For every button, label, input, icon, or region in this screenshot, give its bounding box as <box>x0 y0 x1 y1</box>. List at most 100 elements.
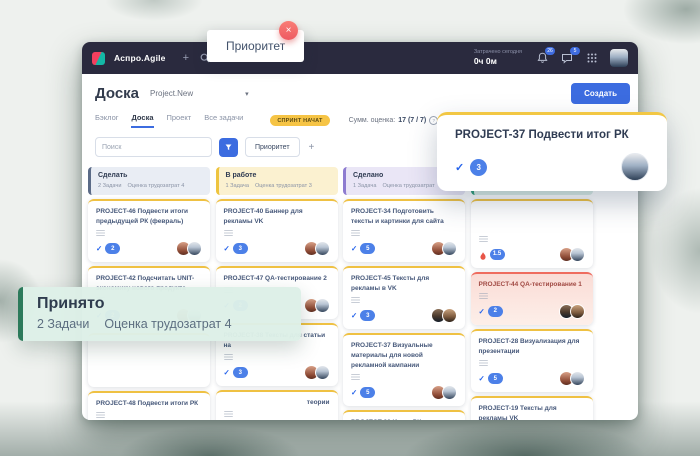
popup-task-title: PROJECT-37 Подвести итог РК <box>455 129 649 141</box>
task-title: PROJECT-28 Визуализация для презентации <box>479 337 585 357</box>
column-count: 2 Задачи <box>98 182 121 190</box>
topbar: Аспро.Agile + Сп Затрачено сегодня 0ч 0м… <box>82 42 638 74</box>
column-title: Сделать <box>98 171 203 182</box>
bell-icon[interactable]: 26 <box>535 51 549 65</box>
task-card[interactable]: PROJECT-19 Тексты для рекламы VK ✓ 5 <box>471 396 593 420</box>
estimate-badge: 5 <box>360 243 375 254</box>
user-avatar[interactable] <box>610 49 628 67</box>
avatar <box>187 241 202 256</box>
task-popup[interactable]: PROJECT-37 Подвести итог РК ✓ 3 <box>437 112 667 191</box>
estimate-badge: 5 <box>360 387 375 398</box>
estimate-badge: 5 <box>488 373 503 384</box>
summary-value: 17 (7 / 7) <box>398 117 426 124</box>
messages-badge: 5 <box>570 47 580 55</box>
estimate-badge: 1.5 <box>490 249 505 260</box>
check-icon: ✓ <box>479 375 485 383</box>
accepted-count: 2 Задачи <box>37 317 89 331</box>
tab-backlog[interactable]: Бэклог <box>95 113 118 128</box>
description-icon <box>351 230 360 236</box>
accepted-effort: Оценка трудозатрат 4 <box>104 317 231 331</box>
description-icon <box>96 412 105 418</box>
task-title: PROJECT-37 Визуальные материалы для ново… <box>351 341 457 371</box>
description-icon <box>224 230 233 236</box>
task-card[interactable]: 1.5 <box>471 199 593 268</box>
check-icon: ✓ <box>351 245 357 253</box>
task-card[interactable]: PROJECT-23 Итоги РК ✓ 5 <box>343 410 465 420</box>
task-card-hidden[interactable] <box>88 333 210 387</box>
task-card[interactable]: PROJECT-48 Подвести итоги РК ✓ 2 <box>88 391 210 420</box>
task-card[interactable]: теории ✓ 3 <box>216 390 338 420</box>
tab-all-tasks[interactable]: Все задачи <box>204 113 243 128</box>
priority-filter-chip[interactable]: Приоритет <box>245 137 300 157</box>
avatar <box>315 241 330 256</box>
filter-button[interactable] <box>219 138 238 157</box>
task-card[interactable]: PROJECT-45 Тексты для рекламы в VK ✓ 3 <box>343 266 465 329</box>
summary-label: Сумм. оценка: <box>349 117 396 124</box>
check-icon: ✓ <box>224 369 230 377</box>
search-input[interactable] <box>95 137 212 157</box>
description-icon <box>224 411 233 417</box>
project-name: Project.New <box>150 89 193 98</box>
avatar <box>442 308 457 323</box>
task-card[interactable]: PROJECT-46 Подвести итоги предыдущей РК … <box>88 199 210 262</box>
apps-grid-icon[interactable] <box>585 51 599 65</box>
column-effort: Оценка трудозатрат <box>382 182 434 190</box>
chat-icon[interactable]: 5 <box>560 51 574 65</box>
check-icon: ✓ <box>96 245 102 253</box>
avatar <box>315 298 330 313</box>
fire-icon <box>479 249 487 259</box>
check-icon: ✓ <box>351 312 357 320</box>
check-icon: ✓ <box>479 308 485 316</box>
estimate-badge: 3 <box>233 243 248 254</box>
avatar <box>315 365 330 380</box>
task-title: PROJECT-23 Итоги РК <box>351 418 457 420</box>
task-card[interactable]: PROJECT-40 Баннер для рекламы VK ✓ 3 <box>216 199 338 262</box>
create-button[interactable]: Создать <box>571 83 630 104</box>
task-card-overdue[interactable]: PROJECT-44 QA-тестирование 1 ✓ 2 <box>471 272 593 325</box>
chevron-down-icon: ▾ <box>245 90 249 98</box>
column-done: Сделано 1 ЗадачаОценка трудозатрат PROJE… <box>343 167 465 420</box>
time-caption: Затрачено сегодня <box>474 49 522 56</box>
accepted-callout: Принято 2 Задачи Оценка трудозатрат 4 <box>18 287 301 341</box>
time-tracker[interactable]: Затрачено сегодня 0ч 0м <box>474 49 522 67</box>
tab-board[interactable]: Доска <box>131 113 153 128</box>
app-logo-icon <box>92 52 105 65</box>
avatar <box>442 385 457 400</box>
tab-project[interactable]: Проект <box>167 113 192 128</box>
description-icon <box>479 236 488 242</box>
description-icon <box>351 374 360 380</box>
check-icon: ✓ <box>224 245 230 253</box>
task-title: PROJECT-40 Баннер для рекламы VK <box>224 207 330 227</box>
task-title: PROJECT-47 QA-тестирование 2 <box>224 274 330 284</box>
task-card[interactable]: PROJECT-28 Визуализация для презентации … <box>471 329 593 392</box>
description-icon <box>479 293 488 299</box>
column-accepted: Принято 2 ЗадачиОценка трудозатрат 4 1.5… <box>471 167 593 420</box>
sprint-status-badge: СПРИНТ НАЧАТ <box>270 115 329 126</box>
column-effort: Оценка трудозатрат 3 <box>255 182 312 190</box>
project-select[interactable]: Project.New ▾ <box>150 89 249 98</box>
column-header[interactable]: В работе 1 ЗадачаОценка трудозатрат 3 <box>216 167 338 195</box>
quick-add-icon[interactable]: + <box>183 53 189 64</box>
avatar <box>621 153 649 181</box>
app-name: Аспро.Agile <box>114 53 166 63</box>
description-icon <box>96 230 105 236</box>
estimate-badge: 2 <box>488 306 503 317</box>
estimate-badge: 3 <box>360 310 375 321</box>
column-effort: Оценка трудозатрат 4 <box>127 182 184 190</box>
task-card[interactable]: PROJECT-37 Визуальные материалы для ново… <box>343 333 465 406</box>
column-header[interactable]: Сделать 2 Задачи Оценка трудозатрат 4 <box>88 167 210 195</box>
avatar <box>442 241 457 256</box>
add-filter-button[interactable]: + <box>307 142 317 153</box>
column-title: В работе <box>226 171 331 182</box>
check-icon: ✓ <box>455 161 464 174</box>
avatar <box>570 304 585 319</box>
description-icon <box>351 297 360 303</box>
description-icon <box>224 354 233 360</box>
task-card[interactable]: PROJECT-34 Подготовить тексты и картинки… <box>343 199 465 262</box>
app-window: Аспро.Agile + Сп Затрачено сегодня 0ч 0м… <box>82 42 638 420</box>
estimate-badge: 2 <box>105 243 120 254</box>
accepted-title: Принято <box>37 295 287 313</box>
page-title: Доска <box>95 85 139 102</box>
close-icon[interactable]: × <box>279 21 298 40</box>
task-title: теории <box>224 398 330 408</box>
